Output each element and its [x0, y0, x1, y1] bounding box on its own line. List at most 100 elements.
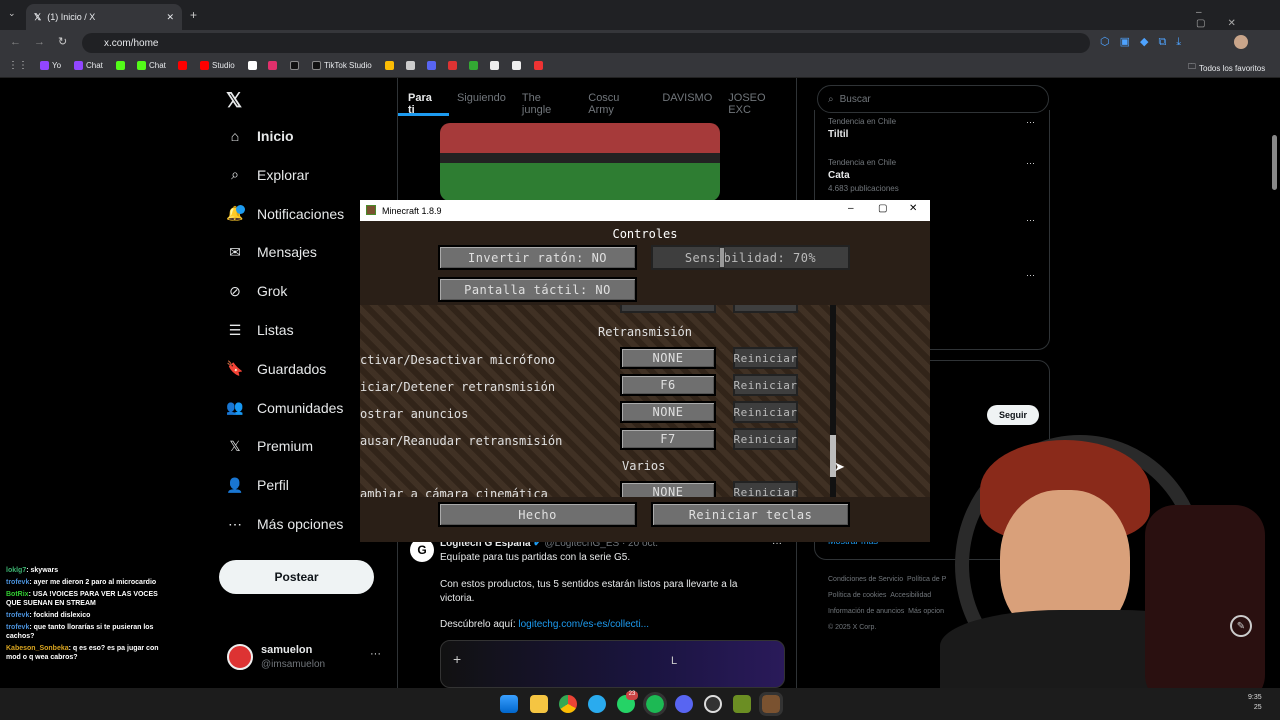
file-explorer-icon[interactable] — [530, 695, 548, 713]
bookmark-misc-1[interactable] — [406, 61, 415, 70]
extension-icons[interactable]: ⬡▣◆⧉⤓ — [1100, 35, 1191, 49]
bookmark-yo[interactable]: Yo — [40, 61, 61, 70]
nav-item-bookmarks[interactable]: 🔖 Guardados — [226, 360, 326, 377]
keybind-button[interactable]: NONE — [620, 347, 716, 369]
tab-search-icon[interactable]: ⌄ — [8, 8, 16, 19]
trend-more-icon[interactable]: ··· — [1026, 270, 1035, 280]
bookmark-misc-2[interactable] — [427, 61, 436, 70]
forward-icon[interactable]: → — [34, 36, 45, 48]
tab-joseo[interactable]: JOSEO EXC — [720, 82, 798, 116]
tab-the-jungle[interactable]: The jungle — [514, 82, 580, 116]
keybind-button[interactable]: NONE — [620, 401, 716, 423]
bookmark-misc-4[interactable] — [469, 61, 478, 70]
bookmark-drive[interactable] — [385, 61, 394, 70]
search-box[interactable]: ⌕ Buscar — [817, 85, 1049, 113]
tab-coscu-army[interactable]: Coscu Army — [580, 82, 654, 116]
reset-button[interactable]: Reiniciar — [733, 428, 798, 450]
obs-icon[interactable] — [704, 695, 722, 713]
account-switcher[interactable]: samuelon @imsamuelon ··· — [227, 644, 387, 676]
chrome-icon[interactable] — [559, 695, 577, 713]
nav-item-more-options[interactable]: ⋯ Más opciones — [227, 516, 343, 533]
bookmark-misc-3[interactable] — [448, 61, 457, 70]
minecraft-game-icon[interactable] — [759, 692, 783, 716]
bookmark-x[interactable] — [248, 61, 257, 70]
chat-text: fockind dislexico — [33, 612, 91, 619]
tab-siguiendo[interactable]: Siguiendo — [449, 82, 514, 116]
more-icon[interactable]: ··· — [370, 648, 381, 660]
touchscreen-button[interactable]: Pantalla táctil: NO — [438, 277, 637, 302]
back-icon[interactable]: ← — [10, 36, 21, 48]
x-logo-icon[interactable]: 𝕏 — [226, 88, 242, 113]
profile-avatar[interactable] — [1234, 35, 1248, 49]
nav-item-grok[interactable]: ⊘ Grok — [227, 283, 287, 300]
nav-item-profile[interactable]: 👤 Perfil — [226, 477, 289, 494]
bookmark-instagram[interactable] — [268, 61, 277, 70]
tab-close-icon[interactable]: ✕ — [166, 12, 174, 23]
post-link[interactable]: logitechg.com/es-es/collecti... — [518, 619, 649, 630]
windows-start-icon[interactable] — [500, 695, 518, 713]
bookmark-kick[interactable] — [116, 61, 125, 70]
bookmark-tiktok-studio[interactable]: TikTok Studio — [312, 61, 372, 70]
nav-item-messages[interactable]: ✉ Mensajes — [227, 244, 317, 261]
url-bar[interactable]: x.com/home — [82, 33, 1090, 53]
keybind-button[interactable]: NONE — [620, 481, 716, 497]
bookmark-misc-5[interactable] — [490, 61, 499, 70]
page-scrollbar[interactable] — [1272, 135, 1277, 190]
reset-button[interactable]: Reiniciar — [733, 481, 798, 497]
minecraft-launcher-icon[interactable] — [733, 695, 751, 713]
all-bookmarks[interactable]: 🗀 Todos los favoritos — [1188, 61, 1265, 75]
trend-more-icon[interactable]: ··· — [1026, 215, 1035, 225]
footer-terms[interactable]: Condiciones de Servicio — [828, 576, 903, 583]
done-button[interactable]: Hecho — [438, 502, 637, 527]
reset-keys-button[interactable]: Reiniciar teclas — [651, 502, 850, 527]
bookmark-youtube[interactable] — [178, 61, 187, 70]
post-video-thumbnail[interactable] — [440, 123, 720, 201]
bookmark-studio[interactable]: Studio — [200, 61, 235, 70]
telegram-icon[interactable] — [588, 695, 606, 713]
nav-item-premium[interactable]: 𝕏 Premium — [227, 438, 313, 455]
browser-tab[interactable]: 𝕏 (1) Inicio / X ✕ — [26, 4, 182, 30]
keybind-button[interactable]: F7 — [620, 428, 716, 450]
footer-ads[interactable]: Información de anuncios — [828, 608, 904, 615]
maximize-icon[interactable]: ▢ — [878, 203, 887, 214]
new-tab-button[interactable]: + — [190, 8, 197, 22]
reset-button[interactable]: Reiniciar — [733, 347, 798, 369]
nav-item-communities[interactable]: 👥 Comunidades — [226, 399, 343, 416]
keybind-button[interactable]: F6 — [620, 374, 716, 396]
clock[interactable]: 9:35 25 — [1248, 693, 1262, 713]
post-button[interactable]: Postear — [219, 560, 374, 594]
trend-more-icon[interactable]: ··· — [1026, 117, 1035, 127]
close-icon[interactable]: ✕ — [909, 203, 917, 214]
trend-item-1[interactable]: Tendencia en Chile Tiltil ··· — [828, 117, 1038, 140]
tab-para-ti[interactable]: Para ti — [398, 82, 449, 116]
bookmark-misc-7[interactable] — [534, 61, 543, 70]
bookmark-chat-2[interactable]: Chat — [137, 61, 166, 70]
footer-cookies[interactable]: Política de cookies — [828, 592, 886, 599]
footer-accessibility[interactable]: Accesibilidad — [890, 592, 931, 599]
reload-icon[interactable]: ↻ — [58, 35, 67, 48]
footer-more[interactable]: Más opcion — [908, 608, 944, 615]
trend-more-icon[interactable]: ··· — [1026, 158, 1035, 168]
partial-reset-button — [733, 305, 798, 313]
bookmark-misc-6[interactable] — [512, 61, 521, 70]
slider-handle[interactable] — [719, 247, 725, 268]
nav-item-home[interactable]: ⌂ Inicio — [227, 128, 294, 144]
apps-icon[interactable]: ⋮⋮ — [8, 60, 28, 71]
invert-mouse-button[interactable]: Invertir ratón: NO — [438, 245, 637, 270]
discord-icon[interactable] — [675, 695, 693, 713]
nav-item-explore[interactable]: ⌕ Explorar — [227, 166, 309, 183]
reset-button[interactable]: Reiniciar — [733, 401, 798, 423]
trend-item-2[interactable]: Tendencia en Chile Cata 4.683 publicacio… — [828, 158, 1038, 193]
reset-button[interactable]: Reiniciar — [733, 374, 798, 396]
explore-icon: ⌕ — [231, 166, 239, 183]
bookmark-chat-1[interactable]: Chat — [74, 61, 103, 70]
bookmark-tiktok[interactable] — [290, 61, 299, 70]
trend-name: Cata — [828, 170, 850, 181]
nav-item-lists[interactable]: ☰ Listas — [227, 322, 294, 339]
sensitivity-slider[interactable]: Sensibilidad: 70% — [651, 245, 850, 270]
window-controls[interactable]: –▢✕ — [1196, 7, 1280, 29]
minimize-icon[interactable]: – — [848, 203, 854, 214]
spotify-icon[interactable] — [643, 692, 667, 716]
tab-davismo[interactable]: DAVISMO — [654, 82, 720, 116]
post-media[interactable]: + L — [440, 640, 785, 688]
